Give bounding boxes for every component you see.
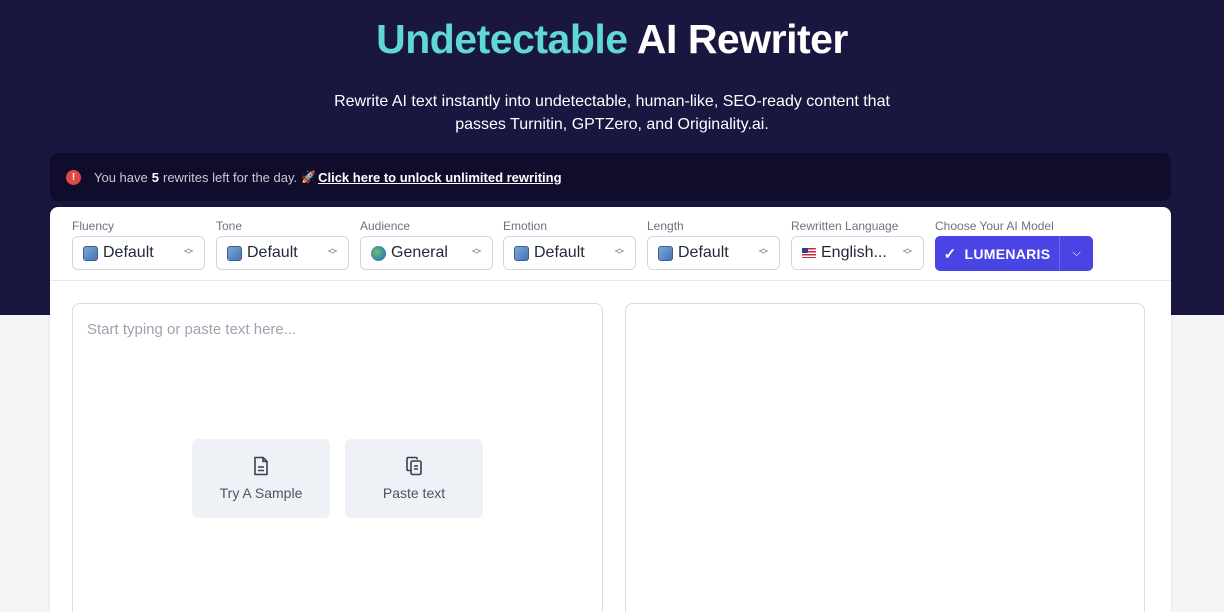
- page-subtitle: Rewrite AI text instantly into undetecta…: [334, 93, 890, 133]
- refresh-emoji-icon: [514, 245, 529, 261]
- rocket-icon: 🚀: [301, 170, 317, 184]
- options-toolbar: Fluency Default ︿ ﹀ Tone Default ︿ ﹀ Audie…: [50, 207, 1171, 281]
- tone-select[interactable]: Default ︿ ﹀: [216, 236, 349, 270]
- emotion-field: Emotion Default ︿ ﹀: [503, 219, 636, 270]
- ai-model-button[interactable]: ✓ LUMENARIS ⌵: [935, 236, 1093, 271]
- updown-chevron-icon: ︿ ﹀: [327, 243, 337, 260]
- language-field: Rewritten Language English... ︿ ﹀: [791, 219, 924, 270]
- us-flag-icon: [802, 248, 816, 258]
- clipboard-icon: [405, 456, 423, 476]
- notice-suffix: rewrites left for the day.: [162, 169, 298, 185]
- input-placeholder: Start typing or paste text here...: [87, 321, 297, 338]
- model-value: LUMENARIS: [964, 245, 1051, 262]
- rewrite-count: 5: [151, 169, 159, 185]
- unlock-unlimited-link[interactable]: Click here to unlock unlimited rewriting: [318, 170, 561, 185]
- tone-value: Default: [247, 244, 298, 261]
- output-editor: [625, 303, 1145, 612]
- input-editor[interactable]: Start typing or paste text here... Try A…: [72, 303, 603, 612]
- model-label: Choose Your AI Model: [935, 219, 1054, 233]
- length-value: Default: [678, 244, 729, 261]
- globe-icon: [371, 245, 386, 261]
- document-icon: [253, 456, 269, 476]
- refresh-emoji-icon: [83, 245, 98, 261]
- language-select[interactable]: English... ︿ ﹀: [791, 236, 924, 270]
- page-title: Undetectable AI Rewriter: [0, 16, 1224, 63]
- model-select-button[interactable]: ✓ LUMENARIS: [935, 236, 1060, 271]
- fluency-select[interactable]: Default ︿ ﹀: [72, 236, 205, 270]
- title-accent: Undetectable: [376, 16, 628, 62]
- tone-field: Tone Default ︿ ﹀: [216, 219, 349, 270]
- paste-text-button[interactable]: Paste text: [345, 439, 483, 518]
- language-value: English...: [821, 244, 887, 261]
- audience-label: Audience: [360, 219, 411, 233]
- paste-text-label: Paste text: [382, 485, 446, 501]
- refresh-emoji-icon: [658, 245, 673, 261]
- tone-label: Tone: [216, 219, 243, 233]
- audience-select[interactable]: General ︿ ﹀: [360, 236, 493, 270]
- chevron-down-icon: ⌵: [1072, 247, 1081, 259]
- rewriter-card: Fluency Default ︿ ﹀ Tone Default ︿ ﹀ Audie…: [50, 207, 1171, 612]
- model-field: Choose Your AI Model: [935, 219, 1054, 236]
- refresh-emoji-icon: [227, 245, 242, 261]
- emotion-select[interactable]: Default ︿ ﹀: [503, 236, 636, 270]
- fluency-field: Fluency Default ︿ ﹀: [72, 219, 205, 270]
- emotion-label: Emotion: [503, 219, 548, 233]
- rewrite-limit-notice: ! You have 5 rewrites left for the day. …: [50, 153, 1171, 201]
- audience-value: General: [391, 244, 448, 261]
- model-dropdown-toggle[interactable]: ⌵: [1060, 236, 1093, 271]
- updown-chevron-icon: ︿ ﹀: [614, 243, 624, 260]
- updown-chevron-icon: ︿ ﹀: [471, 243, 481, 260]
- try-sample-button[interactable]: Try A Sample: [192, 439, 330, 518]
- updown-chevron-icon: ︿ ﹀: [758, 243, 768, 260]
- info-icon: !: [66, 169, 81, 185]
- fluency-value: Default: [103, 244, 154, 261]
- check-icon: ✓: [943, 245, 957, 263]
- try-sample-label: Try A Sample: [219, 485, 303, 501]
- title-rest: AI Rewriter: [627, 16, 848, 62]
- updown-chevron-icon: ︿ ﹀: [902, 243, 912, 260]
- emotion-value: Default: [534, 244, 585, 261]
- fluency-label: Fluency: [72, 219, 115, 233]
- notice-prefix: You have: [94, 169, 148, 185]
- length-field: Length Default ︿ ﹀: [647, 219, 780, 270]
- updown-chevron-icon: ︿ ﹀: [183, 243, 193, 260]
- length-select[interactable]: Default ︿ ﹀: [647, 236, 780, 270]
- language-label: Rewritten Language: [791, 219, 899, 233]
- audience-field: Audience General ︿ ﹀: [360, 219, 493, 270]
- length-label: Length: [647, 219, 684, 233]
